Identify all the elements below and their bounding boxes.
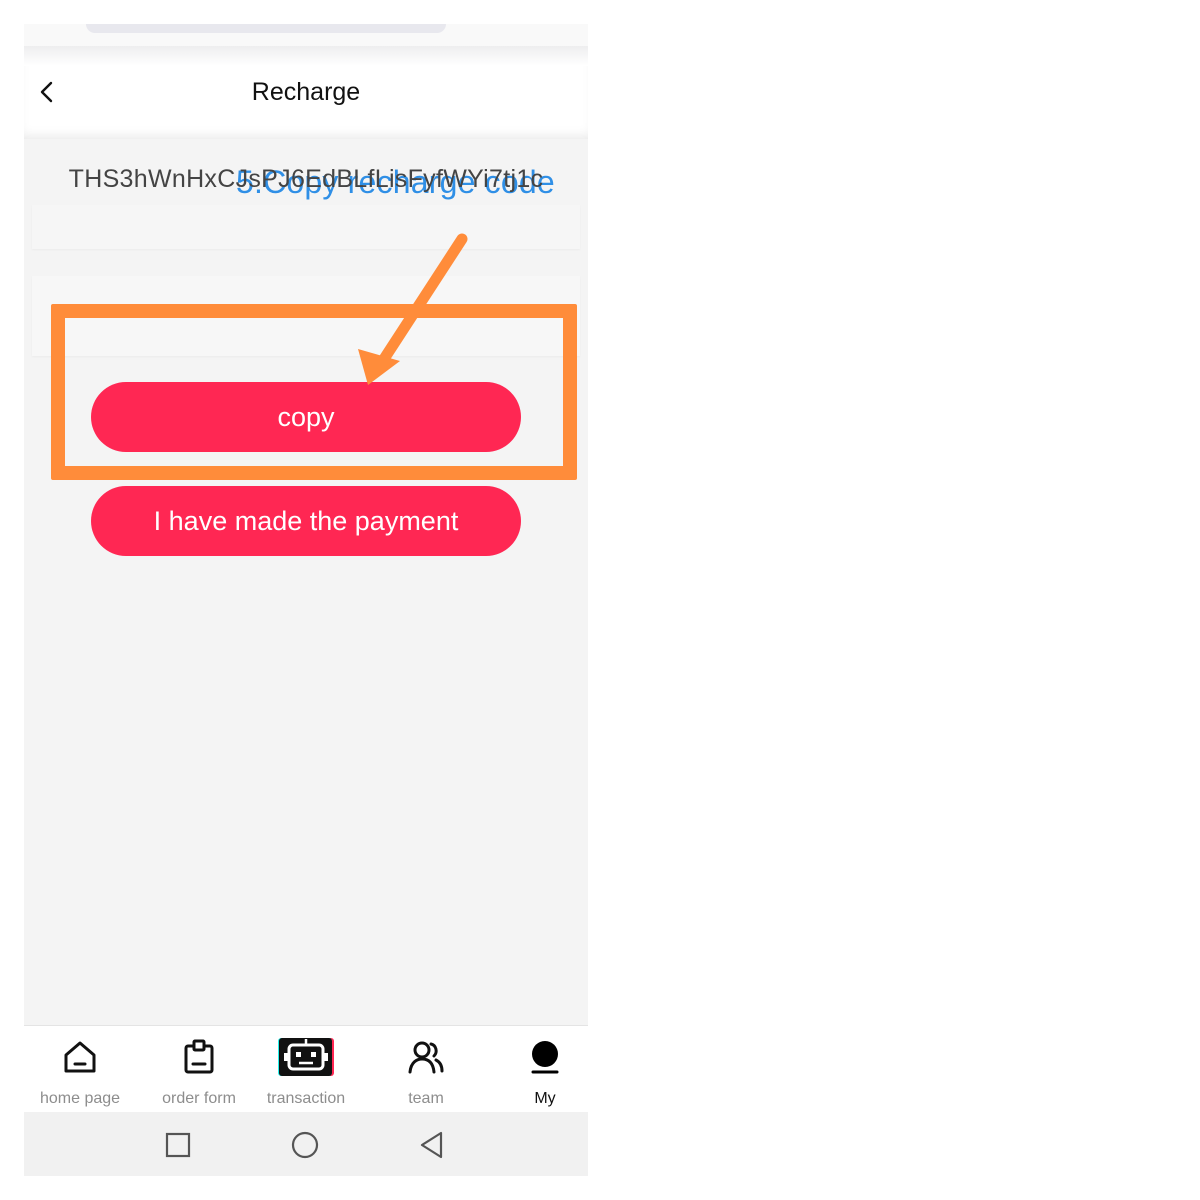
recharge-code[interactable]: THS3hWnHxCJsPJ6EdBLfLisFyfWYi7tj1c xyxy=(24,165,588,194)
nav-label-transaction: transaction xyxy=(266,1090,346,1107)
browser-top-strip xyxy=(24,24,588,46)
back-triangle-icon[interactable] xyxy=(418,1131,446,1159)
users-icon xyxy=(408,1041,444,1074)
nav-label-order-form: order form xyxy=(162,1090,236,1107)
nav-item-team[interactable]: team xyxy=(370,1026,482,1113)
top-bar: Recharge xyxy=(24,46,588,139)
url-bar xyxy=(86,24,446,33)
nav-label-my: My xyxy=(534,1090,556,1107)
home-icon xyxy=(64,1041,96,1073)
recent-apps-icon[interactable] xyxy=(164,1131,192,1159)
info-card xyxy=(32,205,580,249)
nav-label-home: home page xyxy=(39,1090,121,1107)
code-card xyxy=(32,276,580,356)
system-nav-bar xyxy=(24,1112,588,1176)
nav-item-order-form[interactable]: order form xyxy=(143,1026,255,1113)
main-content: 5.Copy recharge code THS3hWnHxCJsPJ6EdBL… xyxy=(24,139,588,1025)
person-icon xyxy=(531,1041,559,1074)
home-circle-icon[interactable] xyxy=(291,1131,319,1159)
nav-item-home[interactable]: home page xyxy=(24,1026,136,1113)
nav-item-my[interactable]: My xyxy=(489,1026,588,1113)
clipboard-icon xyxy=(184,1039,214,1074)
robot-icon xyxy=(278,1038,334,1076)
copy-button[interactable]: copy xyxy=(91,382,521,452)
nav-label-team: team xyxy=(408,1090,444,1107)
bottom-nav: home page order form transaction team My xyxy=(24,1025,588,1112)
nav-item-transaction[interactable]: transaction xyxy=(250,1026,362,1113)
page-title: Recharge xyxy=(251,78,361,106)
phone-screen: Recharge 5.Copy recharge code THS3hWnHxC… xyxy=(24,24,588,1176)
payment-made-button[interactable]: I have made the payment xyxy=(91,486,521,556)
